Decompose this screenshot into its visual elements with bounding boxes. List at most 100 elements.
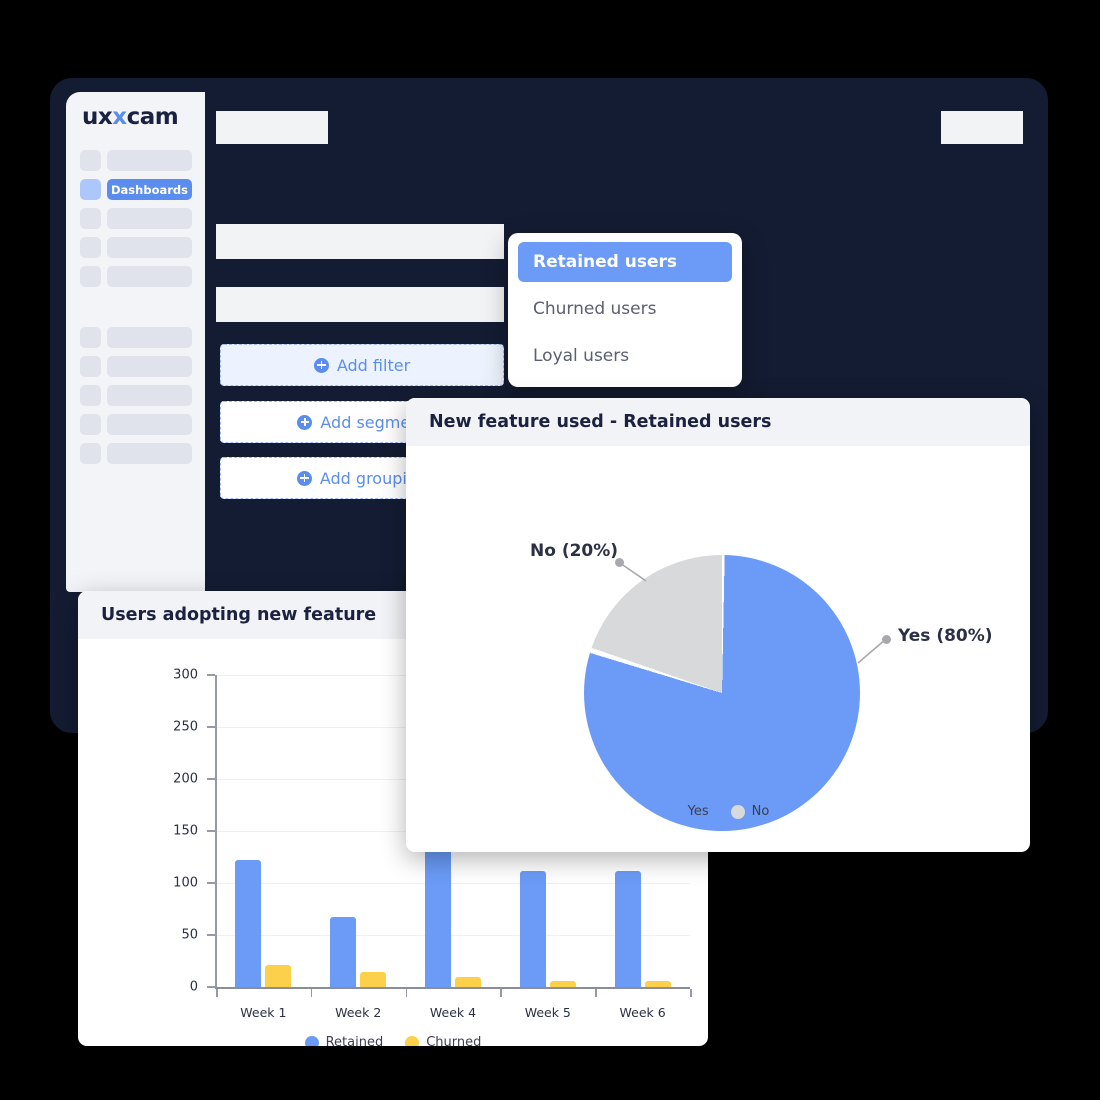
bar-churned-week-5 — [549, 980, 576, 987]
legend-entry-retained[interactable]: Retained — [304, 1035, 384, 1046]
sidebar-item-icon — [80, 237, 101, 258]
legend-label: Churned — [426, 1035, 482, 1046]
y-tick-label: 300 — [173, 667, 198, 683]
sidebar-item-primary-3[interactable] — [80, 208, 192, 229]
y-tick-mark — [207, 882, 215, 884]
legend-label: Retained — [325, 1035, 384, 1046]
dropdown-option-loyal-users[interactable]: Loyal users — [518, 336, 732, 376]
legend-entry-no[interactable]: No — [730, 804, 770, 819]
dropdown-option-retained-users[interactable]: Retained users — [518, 242, 732, 282]
sidebar: uxxcam Dashboards — [66, 92, 205, 592]
sidebar-item-label — [107, 414, 192, 435]
legend-dot-icon — [304, 1035, 319, 1046]
y-tick-label: 100 — [173, 875, 198, 891]
sidebar-item-dashboards[interactable]: Dashboards — [80, 179, 192, 200]
bar-churned-week-2 — [360, 972, 387, 987]
sidebar-item-label — [107, 208, 192, 229]
x-tick-mark — [405, 988, 408, 997]
sidebar-item-secondary-5[interactable] — [80, 443, 192, 464]
y-tick-mark — [207, 778, 215, 780]
legend-label: No — [751, 804, 770, 819]
sidebar-item-label — [107, 385, 192, 406]
add-filter-button[interactable]: Add filter — [220, 344, 504, 386]
plus-circle-icon — [297, 414, 313, 430]
uxcam-logo: uxxcam — [82, 104, 179, 130]
x-tick-label: Week 2 — [335, 1005, 382, 1020]
sidebar-item-label — [107, 266, 192, 287]
pie-chart-card: New feature used - Retained users No (20… — [406, 398, 1030, 852]
pie-leader-dot-yes — [882, 635, 891, 644]
y-tick-label: 150 — [173, 823, 198, 839]
topbar-placeholder-left — [216, 111, 328, 144]
y-axis-line — [215, 675, 217, 987]
bar-churned-week-1 — [265, 965, 292, 987]
field-placeholder-2 — [216, 287, 504, 322]
bar-retained-week-2 — [330, 917, 357, 987]
sidebar-item-label — [107, 237, 192, 258]
sidebar-item-primary-1[interactable] — [80, 150, 192, 171]
legend-dot-icon — [405, 1035, 420, 1046]
y-tick-label: 0 — [189, 979, 198, 995]
pie-circle — [584, 555, 860, 831]
sidebar-item-label — [107, 150, 192, 171]
legend-dot-icon — [666, 804, 681, 819]
logo-text-left: ux — [82, 104, 113, 130]
sidebar-item-icon — [80, 266, 101, 287]
bar-churned-week-6 — [644, 980, 671, 987]
y-tick-label: 200 — [173, 771, 198, 787]
x-tick-label: Week 1 — [240, 1005, 287, 1020]
y-tick-label: 250 — [173, 719, 198, 735]
sidebar-item-icon — [80, 327, 101, 348]
y-tick-label: 50 — [181, 927, 198, 943]
sidebar-item-label: Dashboards — [107, 179, 192, 200]
bar-retained-week-1 — [235, 860, 262, 987]
pie-label-yes: Yes (80%) — [898, 626, 993, 646]
sidebar-item-secondary-1[interactable] — [80, 327, 192, 348]
logo-text-x: x — [112, 104, 127, 130]
sidebar-item-icon — [80, 150, 101, 171]
bar-chart-legend: Retained Churned — [78, 1035, 708, 1046]
pie-chart-title: New feature used - Retained users — [406, 398, 1030, 446]
bar-retained-week-6 — [614, 870, 641, 987]
field-placeholder-1 — [216, 224, 504, 259]
sidebar-item-icon — [80, 356, 101, 377]
plus-circle-icon — [313, 357, 329, 373]
logo-text-right: cam — [126, 104, 179, 130]
sidebar-item-label — [107, 327, 192, 348]
sidebar-nav-primary: Dashboards — [80, 150, 192, 295]
y-tick-mark — [207, 934, 215, 936]
x-tick-label: Week 6 — [619, 1005, 666, 1020]
sidebar-item-secondary-3[interactable] — [80, 385, 192, 406]
sidebar-item-primary-5[interactable] — [80, 266, 192, 287]
legend-label: Yes — [687, 804, 709, 819]
pie-chart-legend: Yes No — [406, 804, 1030, 819]
y-tick-mark — [207, 986, 215, 988]
x-tick-mark — [690, 988, 692, 997]
x-tick-mark — [595, 988, 597, 997]
user-segment-dropdown[interactable]: Retained users Churned users Loyal users — [508, 233, 742, 387]
sidebar-item-label — [107, 443, 192, 464]
legend-entry-yes[interactable]: Yes — [666, 804, 709, 819]
sidebar-item-icon — [80, 385, 101, 406]
topbar-placeholder-right — [941, 111, 1023, 144]
pie-label-no: No (20%) — [530, 541, 619, 561]
sidebar-item-icon — [80, 179, 101, 200]
sidebar-item-secondary-2[interactable] — [80, 356, 192, 377]
y-tick-mark — [207, 726, 215, 728]
sidebar-item-primary-4[interactable] — [80, 237, 192, 258]
x-tick-label: Week 5 — [524, 1005, 571, 1020]
sidebar-item-icon — [80, 414, 101, 435]
legend-dot-icon — [730, 804, 745, 819]
legend-entry-churned[interactable]: Churned — [405, 1035, 481, 1046]
sidebar-item-secondary-4[interactable] — [80, 414, 192, 435]
sidebar-item-icon — [80, 208, 101, 229]
plus-circle-icon — [296, 470, 312, 486]
x-axis-line — [215, 987, 690, 989]
sidebar-item-label — [107, 356, 192, 377]
dropdown-option-churned-users[interactable]: Churned users — [518, 289, 732, 329]
bar-retained-week-5 — [519, 870, 546, 987]
x-tick-label: Week 4 — [429, 1005, 477, 1020]
x-tick-mark — [500, 988, 502, 997]
add-filter-label: Add filter — [336, 355, 411, 375]
pie-slice-separators — [584, 555, 860, 831]
